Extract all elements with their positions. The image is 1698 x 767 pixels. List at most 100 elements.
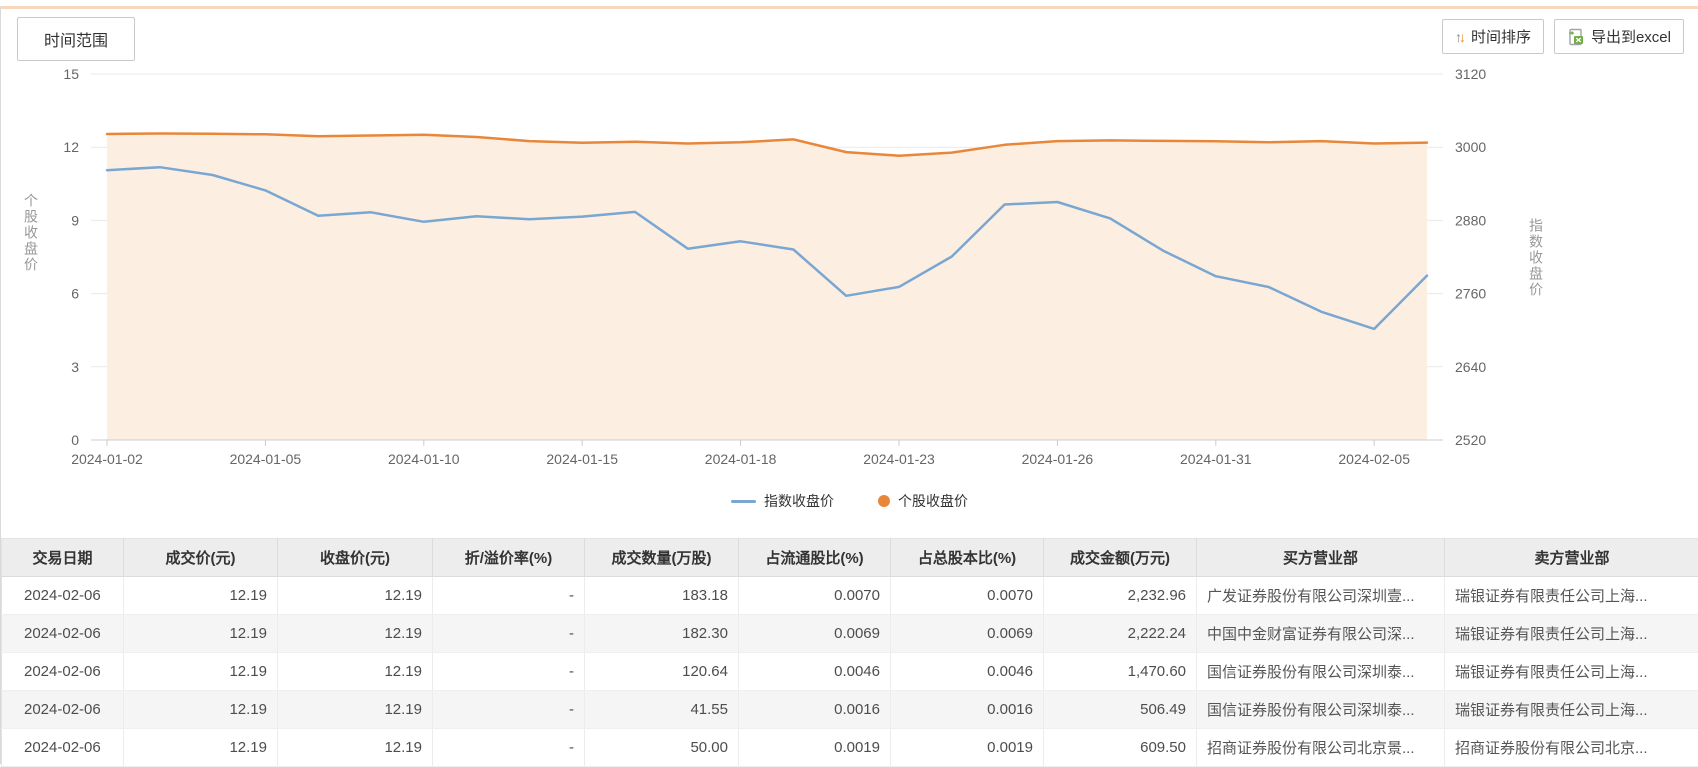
cell-2-7: 1,470.60 bbox=[1044, 653, 1197, 691]
time-range-label: 时间范围 bbox=[44, 27, 108, 51]
table-row: 2024-02-0612.1912.19-182.300.00690.00692… bbox=[2, 615, 1698, 653]
cell-3-2: 12.19 bbox=[278, 691, 433, 729]
cell-0-0: 2024-02-06 bbox=[2, 577, 124, 615]
cell-4-5: 0.0019 bbox=[739, 729, 891, 767]
column-header-5: 占流通股比(%) bbox=[739, 539, 891, 577]
left-axis-tick-label: 0 bbox=[71, 432, 79, 448]
cell-1-8: 中国中金财富证券有限公司深... bbox=[1197, 615, 1445, 653]
x-axis-tick-label: 2024-01-31 bbox=[1180, 451, 1252, 467]
cell-0-1: 12.19 bbox=[124, 577, 278, 615]
x-axis-tick-label: 2024-01-05 bbox=[230, 451, 302, 467]
cell-0-2: 12.19 bbox=[278, 577, 433, 615]
cell-4-3: - bbox=[433, 729, 585, 767]
cell-1-4: 182.30 bbox=[585, 615, 739, 653]
legend-item-stock[interactable]: 个股收盘价 bbox=[878, 491, 968, 511]
table-row: 2024-02-0612.1912.19-50.000.00190.001960… bbox=[2, 729, 1698, 767]
cell-4-0: 2024-02-06 bbox=[2, 729, 124, 767]
cell-1-5: 0.0069 bbox=[739, 615, 891, 653]
x-axis-tick-label: 2024-01-18 bbox=[705, 451, 777, 467]
cell-3-9: 瑞银证券有限责任公司上海... bbox=[1445, 691, 1698, 729]
column-header-2: 收盘价(元) bbox=[278, 539, 433, 577]
cell-0-3: - bbox=[433, 577, 585, 615]
cell-2-6: 0.0046 bbox=[891, 653, 1044, 691]
right-axis-tick-label: 2760 bbox=[1455, 286, 1486, 302]
cell-0-6: 0.0070 bbox=[891, 577, 1044, 615]
cell-0-5: 0.0070 bbox=[739, 577, 891, 615]
excel-icon bbox=[1567, 28, 1585, 46]
column-header-1: 成交价(元) bbox=[124, 539, 278, 577]
block-trade-table: 交易日期成交价(元)收盘价(元)折/溢价率(%)成交数量(万股)占流通股比(%)… bbox=[1, 538, 1698, 767]
cell-0-8: 广发证券股份有限公司深圳壹... bbox=[1197, 577, 1445, 615]
index-line-marker-icon bbox=[731, 500, 756, 503]
block-trade-page: { "toolbar": { "time_range_label": "时间范围… bbox=[0, 6, 1698, 764]
cell-2-4: 120.64 bbox=[585, 653, 739, 691]
column-header-7: 成交金额(万元) bbox=[1044, 539, 1197, 577]
cell-1-9: 瑞银证券有限责任公司上海... bbox=[1445, 615, 1698, 653]
cell-1-1: 12.19 bbox=[124, 615, 278, 653]
column-header-8: 买方营业部 bbox=[1197, 539, 1445, 577]
column-header-9: 卖方营业部 bbox=[1445, 539, 1698, 577]
x-axis-tick-label: 2024-01-10 bbox=[388, 451, 460, 467]
cell-4-6: 0.0019 bbox=[891, 729, 1044, 767]
table-header-row: 交易日期成交价(元)收盘价(元)折/溢价率(%)成交数量(万股)占流通股比(%)… bbox=[2, 539, 1698, 577]
left-axis-title: 个股收盘价 bbox=[21, 193, 41, 273]
cell-1-2: 12.19 bbox=[278, 615, 433, 653]
column-header-0: 交易日期 bbox=[2, 539, 124, 577]
stock-area-fill bbox=[107, 134, 1427, 441]
cell-1-7: 2,222.24 bbox=[1044, 615, 1197, 653]
table-row: 2024-02-0612.1912.19-183.180.00700.00702… bbox=[2, 577, 1698, 615]
export-excel-label: 导出到excel bbox=[1591, 26, 1671, 47]
cell-3-5: 0.0016 bbox=[739, 691, 891, 729]
cell-4-9: 招商证券股份有限公司北京... bbox=[1445, 729, 1698, 767]
cell-2-8: 国信证券股份有限公司深圳泰... bbox=[1197, 653, 1445, 691]
cell-1-0: 2024-02-06 bbox=[2, 615, 124, 653]
left-axis-tick-label: 3 bbox=[71, 359, 79, 375]
cell-2-0: 2024-02-06 bbox=[2, 653, 124, 691]
right-axis-tick-label: 3000 bbox=[1455, 139, 1486, 155]
right-axis-tick-label: 2880 bbox=[1455, 212, 1486, 228]
cell-0-4: 183.18 bbox=[585, 577, 739, 615]
chart-legend: 指数收盘价 个股收盘价 bbox=[1, 488, 1698, 514]
left-axis-tick-label: 6 bbox=[71, 286, 79, 302]
x-axis-tick-label: 2024-01-26 bbox=[1022, 451, 1094, 467]
right-axis-tick-label: 2520 bbox=[1455, 432, 1486, 448]
toolbar-right-group: ↑↓ 时间排序 导出到excel bbox=[1442, 19, 1684, 54]
x-axis-tick-label: 2024-02-05 bbox=[1338, 451, 1410, 467]
cell-2-5: 0.0046 bbox=[739, 653, 891, 691]
right-axis-tick-label: 3120 bbox=[1455, 66, 1486, 82]
legend-index-label: 指数收盘价 bbox=[764, 491, 834, 511]
right-axis-title: 指数收盘价 bbox=[1526, 218, 1546, 298]
left-axis-tick-label: 9 bbox=[71, 212, 79, 228]
cell-3-1: 12.19 bbox=[124, 691, 278, 729]
cell-2-3: - bbox=[433, 653, 585, 691]
time-sort-button[interactable]: ↑↓ 时间排序 bbox=[1442, 19, 1544, 54]
cell-3-3: - bbox=[433, 691, 585, 729]
cell-0-7: 2,232.96 bbox=[1044, 577, 1197, 615]
x-axis-tick-label: 2024-01-15 bbox=[546, 451, 618, 467]
cell-4-2: 12.19 bbox=[278, 729, 433, 767]
cell-4-1: 12.19 bbox=[124, 729, 278, 767]
cell-4-7: 609.50 bbox=[1044, 729, 1197, 767]
legend-item-index[interactable]: 指数收盘价 bbox=[731, 491, 834, 511]
price-line-chart: 025203264062760928801230001531202024-01-… bbox=[1, 55, 1698, 483]
right-axis-tick-label: 2640 bbox=[1455, 359, 1486, 375]
cell-3-4: 41.55 bbox=[585, 691, 739, 729]
time-sort-label: 时间排序 bbox=[1471, 26, 1531, 47]
chart-area: 025203264062760928801230001531202024-01-… bbox=[1, 55, 1698, 488]
left-axis-tick-label: 15 bbox=[63, 66, 79, 82]
column-header-6: 占总股本比(%) bbox=[891, 539, 1044, 577]
cell-1-6: 0.0069 bbox=[891, 615, 1044, 653]
table-row: 2024-02-0612.1912.19-120.640.00460.00461… bbox=[2, 653, 1698, 691]
cell-3-6: 0.0016 bbox=[891, 691, 1044, 729]
stock-dot-marker-icon bbox=[878, 495, 890, 507]
toolbar: 时间范围 ↑↓ 时间排序 导出到excel bbox=[1, 9, 1698, 55]
legend-stock-label: 个股收盘价 bbox=[898, 491, 968, 511]
cell-0-9: 瑞银证券有限责任公司上海... bbox=[1445, 577, 1698, 615]
block-trade-table-wrap: 交易日期成交价(元)收盘价(元)折/溢价率(%)成交数量(万股)占流通股比(%)… bbox=[1, 538, 1698, 767]
export-excel-button[interactable]: 导出到excel bbox=[1554, 19, 1684, 54]
table-row: 2024-02-0612.1912.19-41.550.00160.001650… bbox=[2, 691, 1698, 729]
column-header-4: 成交数量(万股) bbox=[585, 539, 739, 577]
cell-4-8: 招商证券股份有限公司北京景... bbox=[1197, 729, 1445, 767]
x-axis-tick-label: 2024-01-23 bbox=[863, 451, 935, 467]
cell-2-2: 12.19 bbox=[278, 653, 433, 691]
